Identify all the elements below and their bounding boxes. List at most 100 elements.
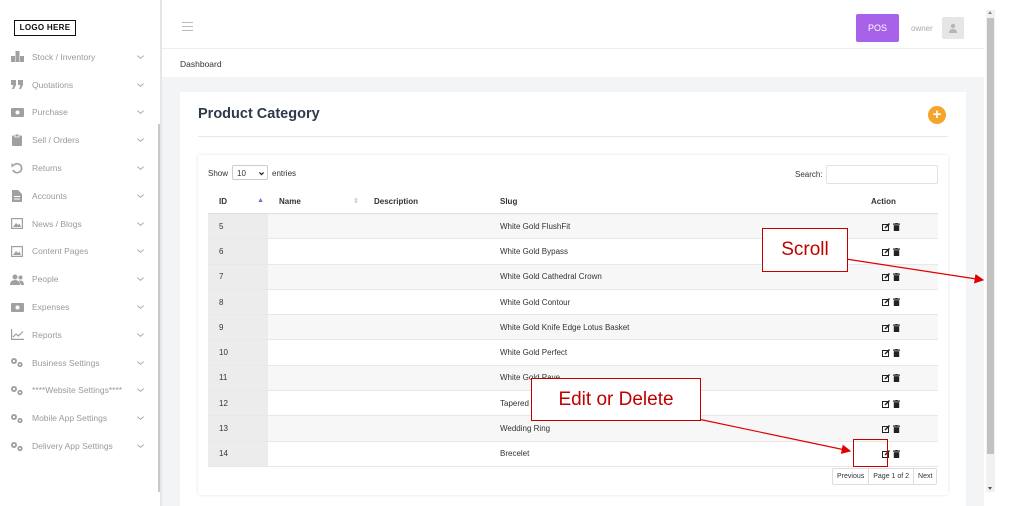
sidebar-item-label: Returns bbox=[32, 163, 62, 174]
sidebar-item[interactable]: Reports bbox=[0, 321, 158, 349]
scrollbar-thumb[interactable] bbox=[987, 18, 994, 454]
edit-icon[interactable] bbox=[882, 273, 890, 282]
sidebar-item-label: Sell / Orders bbox=[32, 135, 80, 146]
quote-icon bbox=[10, 79, 24, 91]
sidebar-item-label: Purchase bbox=[32, 107, 68, 118]
delete-icon[interactable] bbox=[893, 222, 900, 231]
delete-icon[interactable] bbox=[893, 247, 900, 256]
cell-id: 9 bbox=[208, 314, 268, 341]
delete-icon[interactable] bbox=[893, 273, 900, 282]
page-info: Page 1 of 2 bbox=[869, 469, 915, 484]
column-header-name[interactable]: Name ⇕ bbox=[268, 190, 363, 214]
chevron-down-icon bbox=[137, 333, 144, 337]
sidebar-item[interactable]: Quotations bbox=[0, 71, 158, 99]
search-input[interactable] bbox=[826, 165, 938, 184]
table-row: 14 Brecelet bbox=[208, 441, 938, 467]
column-header-description[interactable]: Description bbox=[363, 190, 500, 214]
chevron-down-icon bbox=[137, 277, 144, 282]
sidebar: LOGO HERE Stock / Inventory Quotations Pur… bbox=[0, 0, 162, 506]
cell-id: 5 bbox=[208, 213, 268, 240]
edit-icon[interactable] bbox=[882, 323, 890, 332]
pos-button[interactable]: POS bbox=[856, 14, 899, 42]
edit-icon[interactable] bbox=[882, 424, 890, 433]
scroll-down-icon[interactable] bbox=[988, 487, 992, 490]
cell-action bbox=[860, 314, 938, 341]
sidebar-item[interactable]: ****Website Settings**** bbox=[0, 377, 158, 405]
edit-icon[interactable] bbox=[882, 399, 890, 408]
sidebar-item[interactable]: Business Settings bbox=[0, 349, 158, 377]
divider bbox=[198, 136, 948, 137]
cell-action bbox=[860, 365, 938, 392]
cell-id: 8 bbox=[208, 289, 268, 316]
sidebar-item[interactable]: Mobile App Settings bbox=[0, 404, 158, 432]
sidebar-item[interactable]: Expenses bbox=[0, 293, 158, 321]
chevron-down-icon bbox=[137, 416, 144, 421]
delete-icon[interactable] bbox=[893, 374, 900, 383]
chevron-down-icon bbox=[137, 388, 144, 393]
cell-description bbox=[363, 289, 500, 316]
delete-icon[interactable] bbox=[893, 424, 900, 433]
sidebar-item-label: Stock / Inventory bbox=[32, 51, 96, 62]
page-scrollbar[interactable] bbox=[986, 10, 995, 492]
sidebar-item[interactable]: Sell / Orders bbox=[0, 126, 158, 154]
menu-toggle-icon[interactable] bbox=[182, 22, 193, 34]
sidebar-item[interactable]: Stock / Inventory bbox=[0, 43, 158, 71]
sidebar-item-label: ****Website Settings**** bbox=[32, 385, 123, 396]
sidebar-item-label: Business Settings bbox=[32, 357, 100, 368]
cell-action bbox=[860, 213, 938, 240]
entries-select[interactable]: 10 bbox=[232, 165, 268, 180]
sidebar-item[interactable]: Content Pages bbox=[0, 238, 158, 266]
warehouse-icon bbox=[10, 51, 24, 63]
edit-delete-callout: Edit or Delete bbox=[531, 378, 701, 421]
chevron-down-icon bbox=[137, 110, 144, 115]
search-label: Search: bbox=[795, 170, 823, 179]
edit-icon[interactable] bbox=[882, 374, 890, 383]
chevron-down-icon bbox=[137, 360, 144, 365]
delete-icon[interactable] bbox=[893, 399, 900, 408]
sidebar-item[interactable]: News / Blogs bbox=[0, 210, 158, 238]
user-name[interactable]: owner bbox=[911, 24, 933, 33]
edit-icon[interactable] bbox=[882, 222, 890, 231]
cell-action bbox=[860, 390, 938, 417]
scroll-up-icon[interactable] bbox=[988, 11, 992, 14]
cell-name bbox=[268, 264, 363, 290]
sidebar-item-label: Delivery App Settings bbox=[32, 441, 113, 452]
delete-icon[interactable] bbox=[893, 450, 900, 459]
column-header-slug[interactable]: Slug bbox=[500, 190, 860, 214]
sidebar-scrollbar[interactable] bbox=[158, 124, 160, 492]
delete-icon[interactable] bbox=[893, 349, 900, 358]
breadcrumb-current[interactable]: Dashboard bbox=[180, 59, 222, 69]
scroll-callout: Scroll bbox=[762, 228, 848, 272]
table-row: 9 White Gold Knife Edge Lotus Basket bbox=[208, 314, 938, 341]
topbar: POS owner bbox=[162, 0, 984, 49]
sidebar-item-label: Reports bbox=[32, 329, 62, 340]
cell-name bbox=[268, 339, 363, 366]
cell-description bbox=[363, 365, 500, 392]
sidebar-item-label: Quotations bbox=[32, 79, 74, 90]
edit-icon[interactable] bbox=[882, 298, 890, 307]
sidebar-item[interactable]: Accounts bbox=[0, 182, 158, 210]
sidebar-item[interactable]: Returns bbox=[0, 154, 158, 182]
cell-id: 13 bbox=[208, 415, 268, 442]
sidebar-item[interactable]: Delivery App Settings bbox=[0, 432, 158, 460]
cell-id: 11 bbox=[208, 365, 268, 392]
sidebar-item[interactable]: People bbox=[0, 265, 158, 293]
edit-icon[interactable] bbox=[882, 349, 890, 358]
edit-icon[interactable] bbox=[882, 247, 890, 256]
add-category-button[interactable]: + bbox=[928, 106, 946, 124]
cell-name bbox=[268, 365, 363, 392]
delete-icon[interactable] bbox=[893, 298, 900, 307]
previous-button[interactable]: Previous bbox=[833, 469, 870, 484]
cell-action bbox=[860, 339, 938, 366]
sidebar-item[interactable]: Purchase bbox=[0, 99, 158, 127]
delete-icon[interactable] bbox=[893, 323, 900, 332]
sidebar-item-label: Mobile App Settings bbox=[32, 413, 108, 424]
money-icon bbox=[10, 106, 24, 118]
cogs-icon bbox=[10, 440, 24, 452]
clipboard-icon bbox=[10, 134, 24, 147]
column-header-id[interactable]: ID ▲ bbox=[208, 190, 268, 214]
logo[interactable]: LOGO HERE bbox=[14, 20, 76, 36]
avatar[interactable] bbox=[942, 17, 964, 39]
next-button[interactable]: Next bbox=[914, 469, 936, 484]
entries-label: entries bbox=[272, 169, 297, 178]
